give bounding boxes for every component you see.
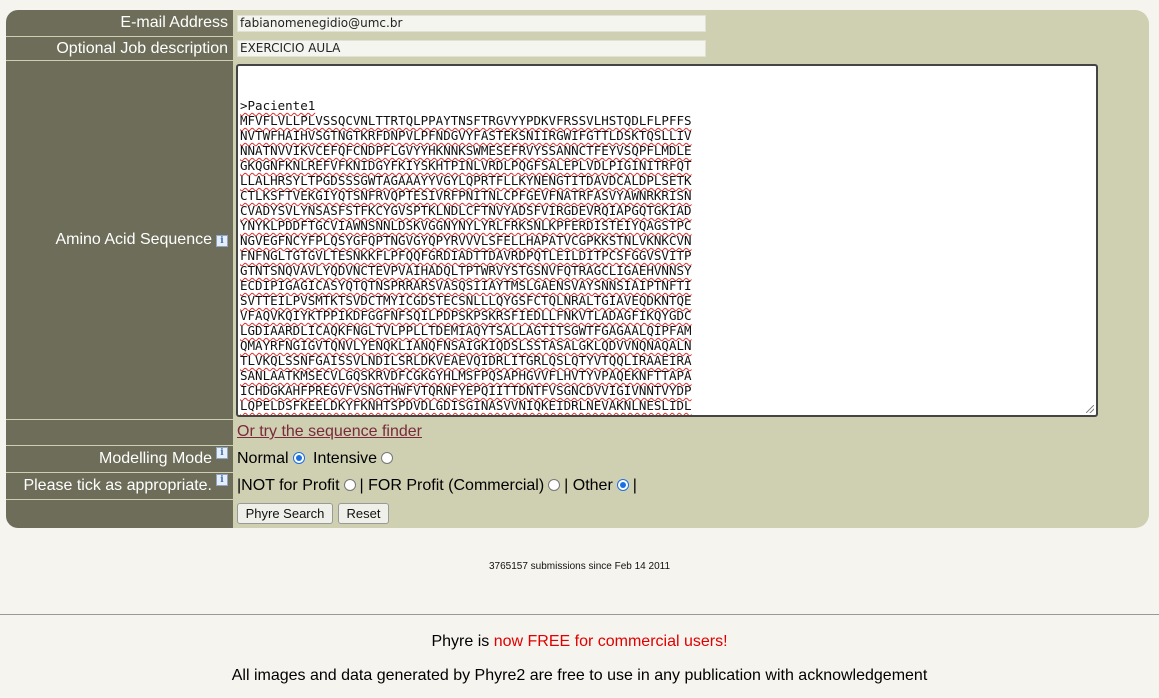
info-icon[interactable]: i: [216, 234, 228, 247]
mode-normal-label: Normal: [237, 450, 289, 467]
other-radio[interactable]: [616, 479, 629, 491]
email-label-text: E-mail Address: [120, 14, 228, 31]
for-profit-label: | FOR Profit (Commercial): [359, 477, 545, 494]
divider: [0, 614, 1159, 615]
sequence-line: YNYKLPDDFTGCVIAWNSNNLDSKVGGNYNYLYRLFRKSN…: [240, 218, 692, 233]
sequence-line: GKQGNFKNLREFVFKNIDGYFKIYSKHTPINLVRDLPQGF…: [240, 158, 692, 173]
other-label: | Other: [564, 477, 613, 494]
buttons-label-cell: [6, 500, 233, 528]
usage-label: Please tick as appropriate. i: [6, 473, 233, 499]
tick-label-text: Please tick as appropriate.: [23, 477, 212, 494]
usage-note: All images and data generated by Phyre2 …: [231, 667, 928, 684]
promo-prefix: Phyre is: [431, 633, 494, 650]
sequence-line: TLVKQLSSNFGAISSVLNDILSRLDKVEAEVQIDRLITGR…: [240, 353, 692, 368]
sequence-label: Amino Acid Sequence i: [6, 61, 233, 419]
sequence-line: SVTTEILPVSMTKTSVDCTMYICGDSTECSNLLLQYGSFC…: [240, 293, 692, 308]
mode-normal-radio[interactable]: [292, 452, 305, 464]
finder-label-cell: [6, 420, 233, 445]
sequence-line: LGDIAARDLICAQKFNGLTVLPPLLTDEMIAQYTSALLAG…: [240, 323, 692, 338]
sequence-line: FNFNGLTGTGVLTESNKKFLPFQQFGRDIADTTDAVRDPQ…: [240, 248, 692, 263]
sequence-line: NNATNVVIKVCEFQFCNDPFLGVYYHKNNKSWMESEFRVY…: [240, 143, 692, 158]
sequence-line: CVADYSVLYNSASFSTFKCYGVSPTKLNDLCFTNVYADSF…: [240, 203, 692, 218]
sequence-line: LQPELDSFKEELDKYFKNHTSPDVDLGDISGINASVVNIQ…: [240, 398, 692, 413]
sequence-line: QELGKYEQYIKWPWYIWLGFIAGLIAIVMVTIMLCCMTSC…: [240, 413, 1096, 415]
sequence-line: >Paciente1: [240, 98, 316, 113]
not-for-profit-radio[interactable]: [343, 479, 356, 491]
sequence-line: GTNTSNQVAVLYQDVNCTEVPVAIHADQLTPTWRVYSTGS…: [240, 263, 692, 278]
submission-counter: 3765157 submissions since Feb 14 2011: [488, 561, 671, 572]
sequence-line: ICHDGKAHFPREGVFVSNGTHWFVTQRNFYEPQIITTDNT…: [240, 383, 692, 398]
sequence-line: QMAYRFNGIGVTQNVLYENQKLIANQFNSAIGKIQDSLSS…: [240, 338, 692, 353]
job-description-field[interactable]: EXERCICIO AULA: [237, 40, 706, 57]
sequence-line: CTLKSFTVEKGIYQTSNFRVQPTESIVRFPNITNLCPFGE…: [240, 188, 692, 203]
sequence-textarea[interactable]: >Paciente1 MFVFLVLLPLVSSQCVNLTTRTQLPPAYTN…: [236, 64, 1098, 417]
sequence-line: VFAQVKQIYKTPPIKDFGGFNFSQILPDPSKPSKRSFIED…: [240, 308, 692, 323]
sequence-line: NGVEGFNCYFPLQSYGFQPTNGVGYQPYRVVVLSFELLHA…: [240, 233, 692, 248]
email-field[interactable]: fabianomenegidio@umc.br: [237, 15, 706, 32]
job-description-label: Optional Job description: [6, 37, 233, 60]
sequence-line: NVTWFHAIHVSGTNGTKRFDNPVLPFNDGVYFASTEKSNI…: [240, 128, 692, 143]
sequence-line: ECDIPIGAGICASYQTQTNSPRRARSVASQSIIAYTMSLG…: [240, 278, 692, 293]
email-label: E-mail Address: [6, 10, 233, 36]
for-profit-radio[interactable]: [548, 479, 561, 491]
promo-text: Phyre is now FREE for commercial users!: [0, 633, 1159, 651]
usage-options: |NOT for Profit | FOR Profit (Commercial)…: [237, 477, 637, 495]
mode-intensive-label: Intensive: [313, 450, 378, 467]
job-label-text: Optional Job description: [56, 40, 228, 57]
sequence-line: LLALHRSYLTPGDSSSGWTAGAAAYYVGYLQPRTFLLKYN…: [240, 173, 692, 188]
modelling-mode-options: Normal Intensive: [237, 450, 397, 468]
modelling-mode-label: Modelling Mode i: [6, 446, 233, 472]
info-icon[interactable]: i: [216, 474, 228, 486]
sequence-line: SANLAATKMSECVLGQSKRVDFCGKGYHLMSFPQSAPHGV…: [240, 368, 692, 383]
reset-button[interactable]: Reset: [338, 503, 389, 524]
resize-handle[interactable]: [1086, 405, 1094, 413]
sequence-finder-link[interactable]: Or try the sequence finder: [237, 423, 422, 441]
mode-intensive-radio[interactable]: [381, 452, 394, 464]
mode-label-text: Modelling Mode: [99, 450, 212, 467]
not-for-profit-label: |NOT for Profit: [237, 477, 340, 494]
promo-highlight: now FREE for commercial users!: [493, 633, 728, 650]
phyre-search-button[interactable]: Phyre Search: [237, 503, 333, 524]
sequence-line: MFVFLVLLPLVSSQCVNLTTRTQLPPAYTNSFTRGVYYPD…: [240, 113, 692, 128]
sequence-label-text: Amino Acid Sequence: [55, 231, 212, 248]
info-icon[interactable]: i: [216, 447, 228, 459]
tick-end: |: [632, 477, 637, 494]
